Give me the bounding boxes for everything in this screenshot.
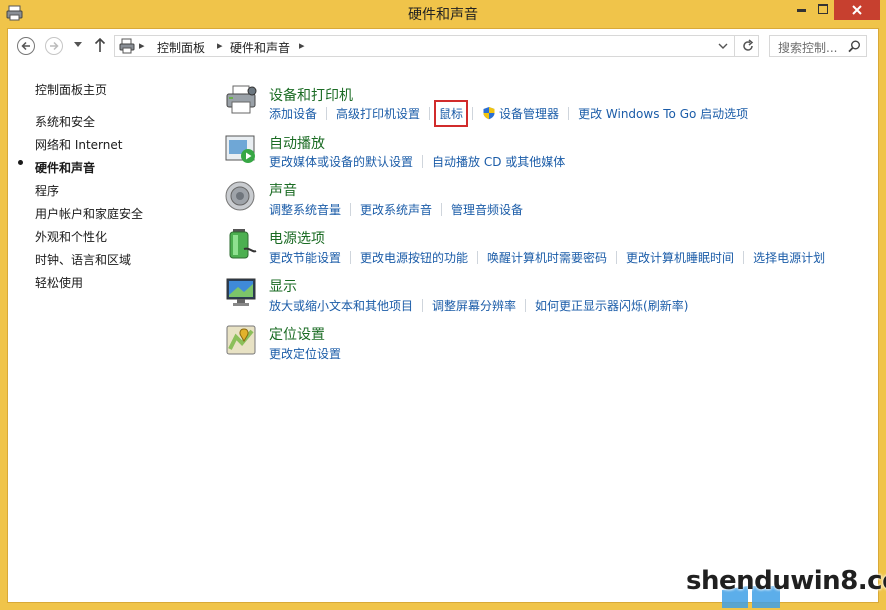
speaker-icon[interactable] bbox=[224, 179, 258, 213]
category-title-display[interactable]: 显示 bbox=[269, 276, 297, 296]
back-button[interactable] bbox=[17, 37, 35, 55]
link-autoplay-cd[interactable]: 自动播放 CD 或其他媒体 bbox=[432, 153, 565, 170]
link-separator bbox=[422, 299, 424, 312]
link-zoom-text[interactable]: 放大或缩小文本和其他项目 bbox=[269, 297, 413, 314]
minimize-button[interactable] bbox=[790, 0, 812, 20]
link-mouse[interactable]: 鼠标 bbox=[434, 100, 469, 127]
links-location: 更改定位设置 bbox=[269, 345, 341, 361]
category-title-power[interactable]: 电源选项 bbox=[269, 228, 325, 248]
link-change-power-saving[interactable]: 更改节能设置 bbox=[269, 249, 341, 266]
nav-clock-language-region[interactable]: 时钟、语言和区域 bbox=[35, 251, 131, 268]
title-bar[interactable]: 硬件和声音 bbox=[0, 0, 886, 28]
breadcrumb-separator-icon[interactable]: ▸ bbox=[139, 39, 145, 52]
nav-control-panel-home[interactable]: 控制面板主页 bbox=[35, 81, 107, 98]
link-change-location-settings[interactable]: 更改定位设置 bbox=[269, 345, 341, 362]
breadcrumb-control-panel[interactable]: 控制面板 bbox=[157, 39, 205, 56]
close-icon bbox=[852, 5, 862, 15]
link-separator bbox=[429, 107, 431, 120]
link-separator bbox=[441, 203, 443, 216]
category-title-devices-printers[interactable]: 设备和打印机 bbox=[269, 85, 353, 105]
nav-programs[interactable]: 程序 bbox=[35, 182, 59, 199]
link-windows-to-go[interactable]: 更改 Windows To Go 启动选项 bbox=[578, 105, 748, 122]
nav-hardware-sound[interactable]: 硬件和声音 bbox=[35, 159, 95, 176]
up-arrow-icon[interactable] bbox=[94, 37, 106, 53]
link-power-button-function[interactable]: 更改电源按钮的功能 bbox=[360, 249, 468, 266]
navigation-bar: ▸ 控制面板 ▸ 硬件和声音 ▸ 搜索控制... bbox=[8, 29, 878, 65]
link-separator bbox=[422, 155, 424, 168]
nav-network-internet[interactable]: 网络和 Internet bbox=[35, 136, 122, 153]
link-fix-flicker[interactable]: 如何更正显示器闪烁(刷新率) bbox=[535, 297, 688, 314]
link-separator bbox=[472, 107, 474, 120]
link-choose-power-plan[interactable]: 选择电源计划 bbox=[753, 249, 825, 266]
control-panel-window: 硬件和声音 ▸ 控制面板 ▸ 硬件和声音 ▸ 搜索控制... 控制面板主页 系统… bbox=[0, 0, 886, 610]
arrow-right-icon bbox=[50, 41, 59, 51]
link-change-media-defaults[interactable]: 更改媒体或设备的默认设置 bbox=[269, 153, 413, 170]
left-nav-pane: 控制面板主页 系统和安全 网络和 Internet 硬件和声音 程序 用户帐户和… bbox=[8, 65, 208, 565]
nav-appearance[interactable]: 外观和个性化 bbox=[35, 228, 107, 245]
breadcrumb-separator-icon[interactable]: ▸ bbox=[299, 39, 305, 52]
refresh-icon[interactable] bbox=[741, 39, 755, 53]
link-separator bbox=[477, 251, 479, 264]
link-device-manager[interactable]: 设备管理器 bbox=[499, 105, 559, 122]
link-add-device[interactable]: 添加设备 bbox=[269, 105, 317, 122]
link-adjust-resolution[interactable]: 调整屏幕分辨率 bbox=[432, 297, 516, 314]
category-title-sound[interactable]: 声音 bbox=[269, 180, 297, 200]
nav-ease-of-access[interactable]: 轻松使用 bbox=[35, 274, 83, 291]
link-separator bbox=[616, 251, 618, 264]
breadcrumb-hardware-sound[interactable]: 硬件和声音 bbox=[230, 39, 290, 56]
recent-locations-dropdown[interactable] bbox=[74, 42, 82, 48]
autoplay-icon[interactable] bbox=[224, 132, 258, 166]
nav-system-security[interactable]: 系统和安全 bbox=[35, 113, 95, 130]
chevron-down-icon[interactable] bbox=[718, 42, 728, 50]
links-autoplay: 更改媒体或设备的默认设置 自动播放 CD 或其他媒体 bbox=[269, 153, 565, 169]
nav-user-accounts[interactable]: 用户帐户和家庭安全 bbox=[35, 205, 143, 222]
close-button[interactable] bbox=[834, 0, 880, 20]
watermark-text: shenduwin8.com bbox=[686, 566, 886, 596]
client-area: ▸ 控制面板 ▸ 硬件和声音 ▸ 搜索控制... 控制面板主页 系统和安全 网络… bbox=[7, 28, 879, 603]
links-sound: 调整系统音量 更改系统声音 管理音频设备 bbox=[269, 201, 523, 217]
link-separator bbox=[326, 107, 328, 120]
link-adjust-volume[interactable]: 调整系统音量 bbox=[269, 201, 341, 218]
battery-icon[interactable] bbox=[224, 227, 258, 261]
maximize-button[interactable] bbox=[812, 0, 834, 20]
link-change-sleep-time[interactable]: 更改计算机睡眠时间 bbox=[626, 249, 734, 266]
search-icon[interactable] bbox=[848, 40, 861, 53]
uac-shield-icon bbox=[483, 107, 495, 120]
address-divider bbox=[734, 36, 735, 56]
link-separator bbox=[350, 203, 352, 216]
links-display: 放大或缩小文本和其他项目 调整屏幕分辨率 如何更正显示器闪烁(刷新率) bbox=[269, 297, 688, 313]
link-manage-audio-devices[interactable]: 管理音频设备 bbox=[451, 201, 523, 218]
link-separator bbox=[568, 107, 570, 120]
link-separator bbox=[743, 251, 745, 264]
address-bar[interactable]: ▸ 控制面板 ▸ 硬件和声音 ▸ bbox=[114, 35, 759, 57]
breadcrumb-separator-icon[interactable]: ▸ bbox=[217, 39, 223, 52]
location-icon[interactable] bbox=[224, 323, 258, 357]
category-title-autoplay[interactable]: 自动播放 bbox=[269, 133, 325, 153]
control-panel-icon bbox=[119, 38, 135, 54]
link-separator bbox=[525, 299, 527, 312]
window-title: 硬件和声音 bbox=[408, 7, 478, 23]
link-advanced-printer-setup[interactable]: 高级打印机设置 bbox=[336, 105, 420, 122]
forward-button[interactable] bbox=[45, 37, 63, 55]
monitor-icon[interactable] bbox=[224, 275, 258, 309]
active-bullet bbox=[18, 160, 23, 165]
search-placeholder: 搜索控制... bbox=[778, 41, 838, 55]
links-power: 更改节能设置 更改电源按钮的功能 唤醒计算机时需要密码 更改计算机睡眠时间 选择电源计划 bbox=[269, 249, 825, 265]
category-title-location[interactable]: 定位设置 bbox=[269, 324, 325, 344]
links-devices-printers: 添加设备 高级打印机设置 鼠标 设备管理器 更改 Windows To Go 启动选项 bbox=[269, 100, 748, 127]
link-change-system-sounds[interactable]: 更改系统声音 bbox=[360, 201, 432, 218]
search-input[interactable]: 搜索控制... bbox=[769, 35, 867, 57]
printer-icon[interactable] bbox=[224, 82, 258, 116]
link-require-password-wake[interactable]: 唤醒计算机时需要密码 bbox=[487, 249, 607, 266]
link-separator bbox=[350, 251, 352, 264]
arrow-left-icon bbox=[21, 41, 30, 51]
